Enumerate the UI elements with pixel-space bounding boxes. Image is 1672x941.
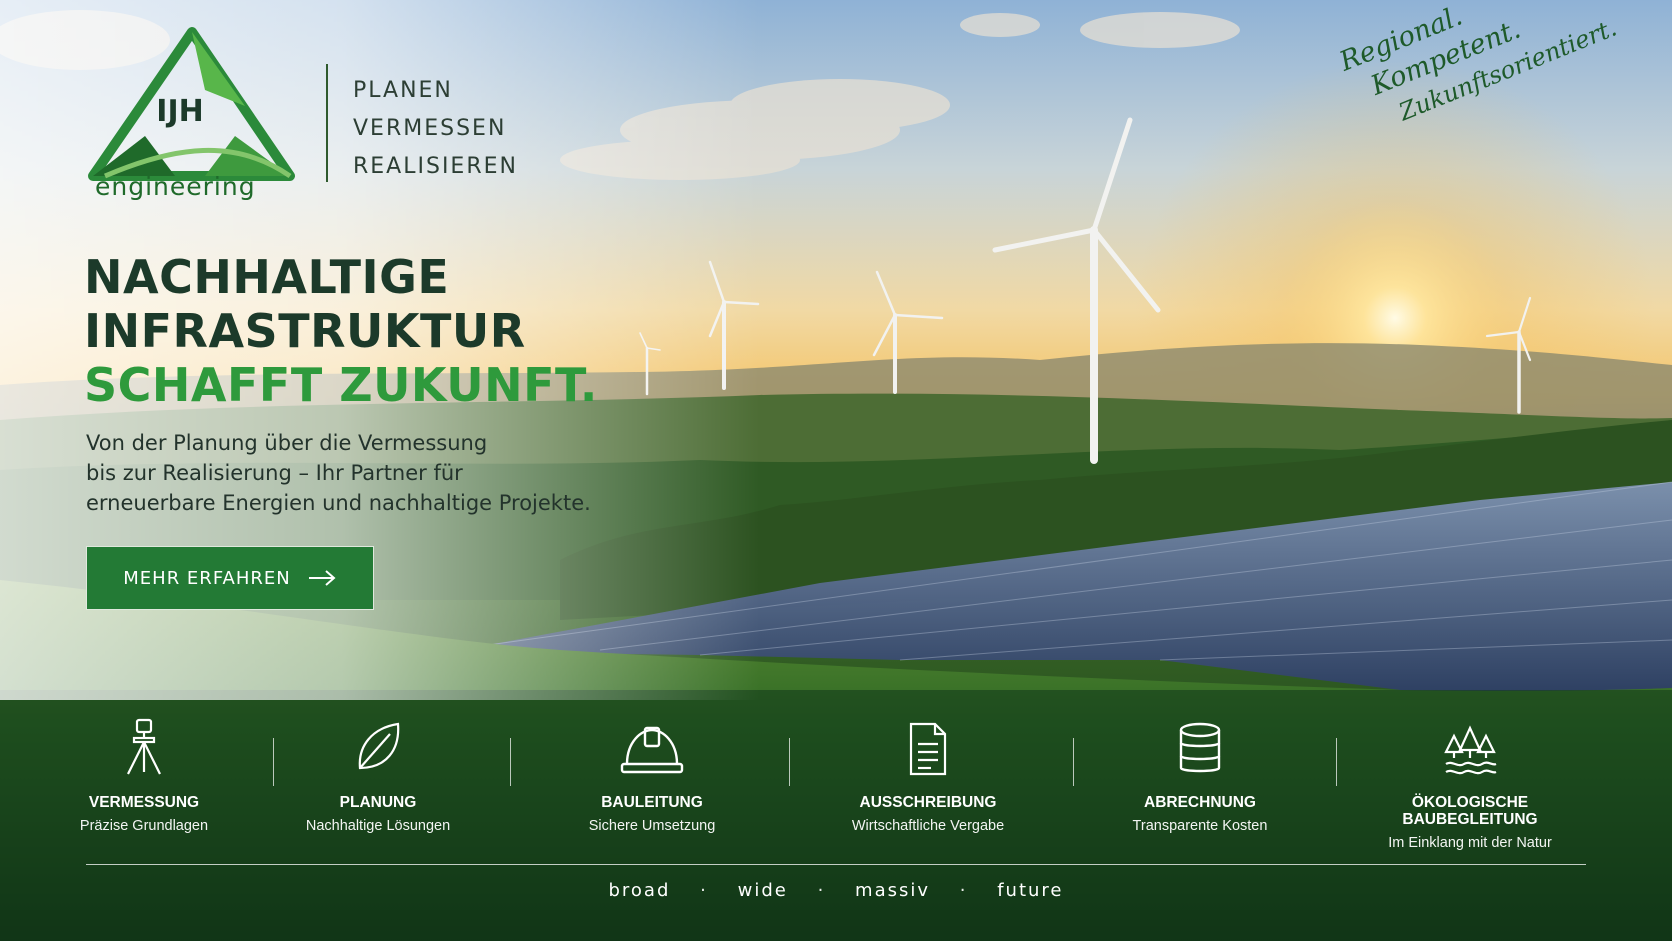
service-desc: Transparente Kosten	[1132, 818, 1268, 834]
tagline-vermessen: VERMESSEN	[353, 116, 507, 141]
leaf-icon	[358, 722, 400, 770]
tagline-realisieren: REALISIEREN	[353, 154, 518, 179]
logo-mark: IJH	[156, 94, 203, 129]
mehr-erfahren-button[interactable]: MEHR ERFAHREN	[86, 546, 374, 610]
footer-word-future: future	[997, 880, 1064, 901]
footer-word-broad: broad	[608, 880, 671, 901]
hero-subtitle: Von der Planung über die Vermessung bis …	[86, 428, 646, 518]
service-vermessung[interactable]: VERMESSUNG Präzise Grundlagen	[34, 712, 254, 834]
service-title: PLANUNG	[339, 794, 417, 811]
headline-line-1: NACHHALTIGE	[84, 250, 450, 304]
service-title: ÖKOLOGISCHE BAUBEGLEITUNG	[1402, 794, 1538, 828]
hero-banner: IJH engineering PLANEN VERMESSEN REALISI…	[0, 0, 1672, 941]
cta-label: MEHR ERFAHREN	[123, 567, 291, 589]
subtitle-line-2: bis zur Realisierung – Ihr Partner für	[86, 461, 463, 485]
footer-word-massiv: massiv	[855, 880, 931, 901]
service-divider	[1073, 738, 1074, 786]
footer-divider	[86, 864, 1586, 865]
service-desc: Präzise Grundlagen	[79, 818, 209, 834]
service-desc: Nachhaltige Lösungen	[305, 818, 451, 834]
service-title: ABRECHNUNG	[1144, 794, 1256, 811]
tagline-planen: PLANEN	[353, 78, 453, 103]
footer-word-wide: wide	[737, 880, 788, 901]
theodolite-icon	[127, 718, 161, 775]
brand-tagline: PLANEN VERMESSEN REALISIEREN	[353, 72, 518, 186]
service-abrechnung[interactable]: ABRECHNUNG Transparente Kosten	[1090, 712, 1310, 834]
service-desc: Sichere Umsetzung	[588, 818, 716, 834]
trees-water-icon	[1444, 725, 1497, 775]
service-divider	[789, 738, 790, 786]
headline-line-3: SCHAFFT ZUKUNFT.	[84, 358, 598, 412]
coins-icon	[1179, 722, 1221, 773]
service-ausschreibung[interactable]: AUSSCHREIBUNG Wirtschaftliche Vergabe	[818, 712, 1038, 834]
hero-headline: NACHHALTIGE INFRASTRUKTUR SCHAFFT ZUKUNF…	[84, 250, 598, 412]
service-divider	[1336, 738, 1337, 786]
service-desc: Wirtschaftliche Vergabe	[851, 818, 1005, 834]
service-title: VERMESSUNG	[88, 794, 200, 811]
service-desc: Im Einklang mit der Natur	[1388, 835, 1552, 851]
service-bauleitung[interactable]: BAULEITUNG Sichere Umsetzung	[542, 712, 762, 834]
headline-line-2: INFRASTRUKTUR	[84, 304, 526, 358]
subtitle-line-1: Von der Planung über die Vermessung	[86, 431, 488, 455]
service-title: BAULEITUNG	[601, 794, 703, 811]
footer-keywords: broad · wide · massiv · future	[608, 880, 1064, 901]
logo-wordmark: engineering	[95, 172, 256, 201]
arrow-right-icon	[308, 570, 336, 586]
logo-divider	[326, 64, 328, 182]
subtitle-line-3: erneuerbare Energien und nachhaltige Pro…	[86, 491, 591, 515]
document-icon	[909, 722, 947, 776]
service-divider	[510, 738, 511, 786]
hardhat-icon	[620, 726, 684, 774]
service-planung[interactable]: PLANUNG Nachhaltige Lösungen	[268, 712, 488, 834]
service-title: AUSSCHREIBUNG	[859, 794, 997, 811]
service-oekologische-baubegleitung[interactable]: ÖKOLOGISCHE BAUBEGLEITUNG Im Einklang mi…	[1360, 712, 1580, 851]
